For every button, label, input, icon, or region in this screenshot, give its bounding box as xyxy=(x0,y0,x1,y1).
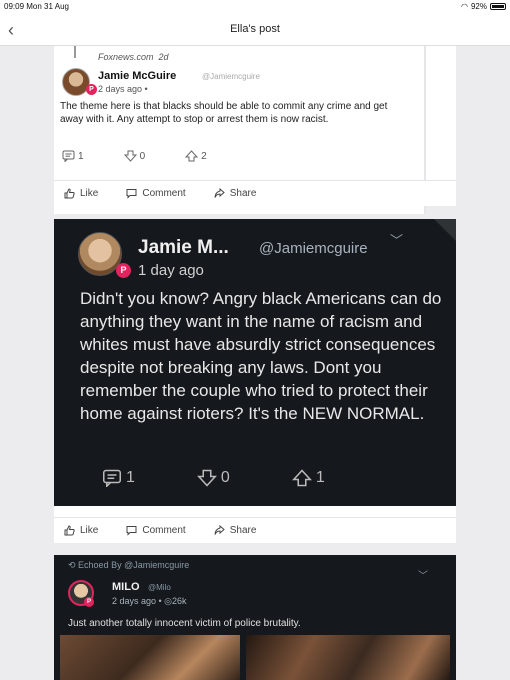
comment-count: 1 xyxy=(78,150,84,162)
post-card: ⟲ Echoed By @Jamiemcguire ﹀ P MILO @Milo… xyxy=(54,555,456,680)
comment-button[interactable]: Comment xyxy=(126,188,186,199)
comment-count: 1 xyxy=(126,469,135,486)
page-title: Ella's post xyxy=(230,23,280,35)
status-right: ◠ 92% xyxy=(461,2,506,11)
author-handle[interactable]: @Jamiemcguire xyxy=(202,72,260,81)
author-handle[interactable]: @Milo xyxy=(148,583,171,592)
share-count: 1 xyxy=(315,469,325,486)
tweet-source: Foxnews.com 2d xyxy=(98,52,169,62)
comment-button[interactable]: Comment xyxy=(126,525,186,536)
share-count: 2 xyxy=(201,150,207,162)
comment-count-button[interactable]: 1 xyxy=(102,469,135,487)
post-body: Didn't you know? Angry black Americans c… xyxy=(80,289,442,423)
post-time: 2 days ago • ◎26k xyxy=(112,596,187,606)
battery-percent: 92% xyxy=(470,2,487,11)
thread-line xyxy=(74,46,76,58)
post-card: P Jamie M... @Jamiemcguire ﹀ 1 day ago D… xyxy=(54,219,456,543)
parler-badge-icon: P xyxy=(86,84,97,95)
comment-icon xyxy=(103,469,121,487)
post-photos[interactable] xyxy=(60,635,450,680)
share-button[interactable]: Share xyxy=(214,188,257,199)
share-label: Share xyxy=(229,525,257,536)
share-label: Share xyxy=(229,188,257,199)
author-name[interactable]: MILO xyxy=(112,581,140,593)
speech-bubble-icon xyxy=(126,526,137,536)
upvote-icon xyxy=(291,469,312,487)
comment-label: Comment xyxy=(142,525,186,536)
parler-badge-icon: P xyxy=(84,597,94,607)
post-time: 1 day ago xyxy=(138,262,204,279)
chevron-down-icon[interactable]: ﹀ xyxy=(390,230,403,249)
vote-count: 0 xyxy=(220,469,230,486)
comment-count-button[interactable]: 1 xyxy=(62,150,84,162)
share-button[interactable]: Share xyxy=(214,525,257,536)
status-bar: 09:09 Mon 31 Aug ◠ 92% xyxy=(0,0,510,14)
like-label: Like xyxy=(80,188,99,199)
thumbs-up-icon xyxy=(64,188,75,199)
author-name[interactable]: Jamie M... xyxy=(138,237,229,259)
post-action-bar: Like Comment Share xyxy=(54,180,456,206)
parler-badge-icon: P xyxy=(116,263,131,278)
post-time: 2 days ago • xyxy=(98,84,148,94)
post-card: Foxnews.com 2d P Jamie McGuire @Jamiemcg… xyxy=(54,46,456,214)
wifi-icon: ◠ xyxy=(461,2,468,11)
corner-fold xyxy=(434,219,456,241)
echo-button[interactable]: 1 xyxy=(291,469,325,487)
embedded-tweet-dark: P Jamie M... @Jamiemcguire ﹀ 1 day ago D… xyxy=(54,219,456,506)
echo-icon: ⟲ xyxy=(68,560,79,570)
tweet-actions: 1 0 1 xyxy=(102,469,325,487)
battery-icon xyxy=(490,3,506,10)
comment-label: Comment xyxy=(142,188,186,199)
share-arrow-icon xyxy=(214,525,225,535)
post-photo[interactable] xyxy=(60,635,240,680)
embedded-echo-tweet: ⟲ Echoed By @Jamiemcguire ﹀ P MILO @Milo… xyxy=(54,555,456,680)
thumbs-up-icon xyxy=(64,525,75,536)
post-photo[interactable] xyxy=(246,635,450,680)
post-body: Just another totally innocent victim of … xyxy=(68,618,301,629)
upvote-icon xyxy=(185,150,199,162)
echo-button[interactable]: 2 xyxy=(185,150,207,162)
status-time: 09:09 Mon 31 Aug xyxy=(4,2,69,11)
tweet-actions: 1 0 2 xyxy=(62,150,207,162)
post-body: The theme here is that blacks should be … xyxy=(60,101,388,125)
post-action-bar: Like Comment Share xyxy=(54,517,456,543)
vote-button[interactable]: 0 xyxy=(196,469,230,487)
echoed-by-line: ⟲ Echoed By @Jamiemcguire xyxy=(68,560,190,570)
speech-bubble-icon xyxy=(126,189,137,199)
author-name[interactable]: Jamie McGuire xyxy=(98,70,176,82)
like-button[interactable]: Like xyxy=(64,188,98,199)
share-arrow-icon xyxy=(214,188,225,198)
like-label: Like xyxy=(80,525,99,536)
comment-icon xyxy=(62,150,75,162)
downvote-icon xyxy=(196,469,217,487)
author-handle[interactable]: @Jamiemcguire xyxy=(259,240,368,257)
downvote-icon xyxy=(123,150,137,162)
nav-header: ‹ Ella's post xyxy=(0,14,510,46)
like-button[interactable]: Like xyxy=(64,525,98,536)
vote-count: 0 xyxy=(139,150,146,162)
chevron-down-icon[interactable]: ﹀ xyxy=(418,567,428,582)
vote-button[interactable]: 0 xyxy=(123,150,146,162)
